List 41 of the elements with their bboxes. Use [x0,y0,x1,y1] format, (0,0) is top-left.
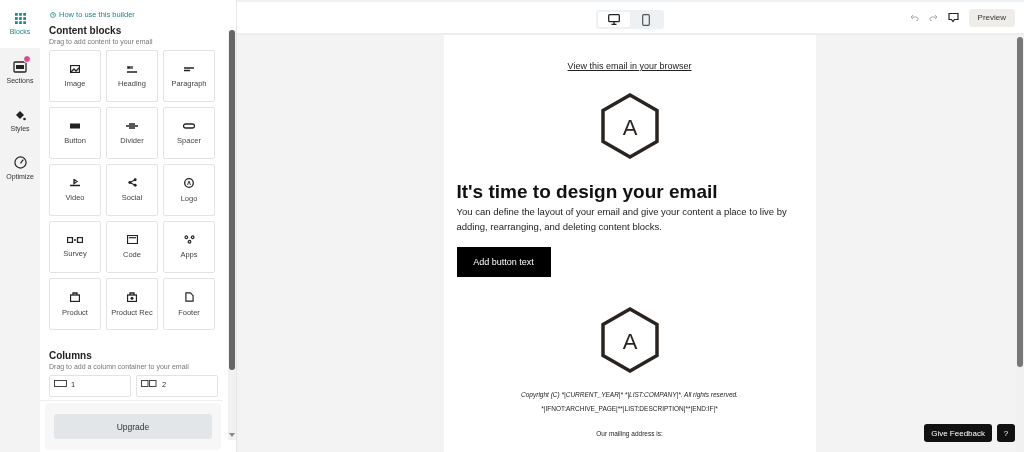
survey-icon [67,236,83,243]
grid-icon [14,13,26,24]
preview-button[interactable]: Preview [968,8,1015,27]
bag-icon [70,291,80,302]
redo-icon [928,14,938,21]
mobile-icon [642,13,650,26]
undo-icon [909,14,919,21]
column-layout-icon [54,380,68,387]
gauge-icon [13,156,27,169]
spacer-icon [183,121,195,130]
upgrade-button[interactable]: Upgrade [54,414,212,439]
email-heading: It's time to design your email [456,181,719,203]
email-cta-button[interactable]: Add button text [456,247,551,277]
play-icon [70,178,80,187]
column-layout-icon [141,380,159,387]
section-title: Content blocks [49,25,123,36]
document-icon [184,291,194,302]
section-title: Columns [49,350,93,361]
paint-bucket-icon [14,108,26,121]
browser-link[interactable]: View this email in your browser [567,61,692,71]
email-paragraph: You can define the layout of your email and give your content a place to live by adding, rearranging, and deleting content blocks. [456,205,788,234]
button-shape-icon [70,121,80,130]
circle-letter-icon [184,177,194,188]
image-icon [70,64,80,73]
hexagon-logo: A [600,307,659,373]
clock-icon [50,11,56,18]
speech-bubble-icon [947,12,959,23]
divider-icon [126,121,138,130]
desktop-view-toggle[interactable] [598,12,630,27]
desktop-icon [608,14,620,25]
hexagon-logo: A [600,93,659,159]
share-icon [127,178,137,187]
text-lines-icon [184,64,194,73]
apps-icon [183,235,195,244]
feedback-button[interactable]: Give Feedback [924,424,992,442]
heading-icon [127,64,137,73]
code-window-icon [126,235,138,244]
layout-icon [13,60,27,73]
comment-button[interactable] [947,12,959,23]
help-button[interactable]: ? [997,424,1015,442]
bag-star-icon [127,291,137,302]
